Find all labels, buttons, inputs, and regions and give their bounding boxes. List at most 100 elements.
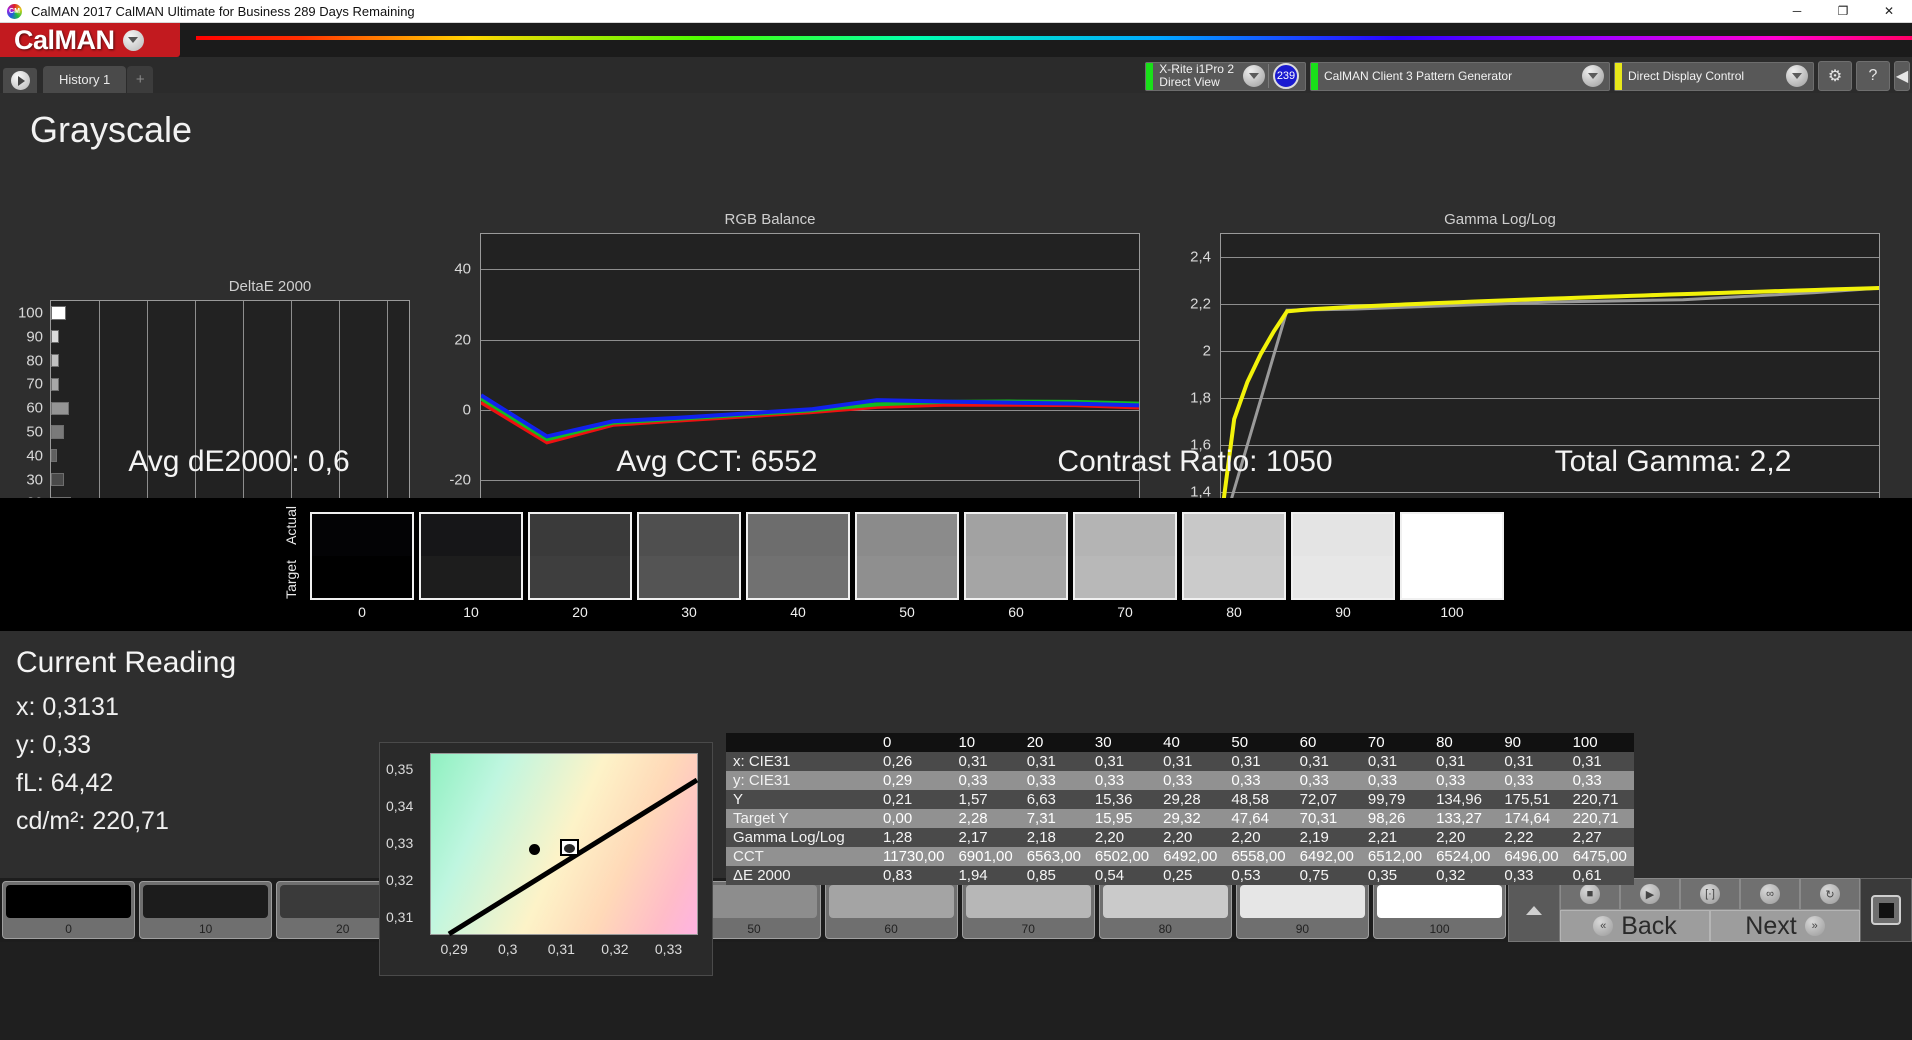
rgb-y-tick: 20 xyxy=(454,331,471,349)
device-meter[interactable]: X-Rite i1Pro 2 Direct View 239 xyxy=(1145,61,1306,91)
rgb-y-tick: 40 xyxy=(454,260,471,278)
summary-row: Avg dE2000: 0,6 Avg CCT: 6552 Contrast R… xyxy=(0,445,1912,479)
cie-x-tick: 0,32 xyxy=(601,941,629,957)
table-cell: 0,33 xyxy=(1163,772,1193,789)
deltae-y-tick: 60 xyxy=(26,399,43,417)
bottom-patch[interactable]: 60 xyxy=(824,881,958,939)
measure-range-button[interactable]: [·] xyxy=(1680,878,1740,910)
continuous-button[interactable]: ∞ xyxy=(1740,878,1800,910)
table-row: ΔE 2000 0,83 1,94 0,85 0,54 0,25 0,53 0,75 0,35 0… xyxy=(726,866,1634,885)
patch-level-label: 10 xyxy=(463,604,479,620)
maximize-button[interactable]: ❐ xyxy=(1820,0,1866,22)
bottom-patch[interactable]: 0 xyxy=(2,881,136,939)
table-cell: 6558,00 xyxy=(1231,848,1286,865)
table-cell: 0,26 xyxy=(883,753,913,770)
patch-swatch xyxy=(419,512,523,600)
patch-swatch xyxy=(310,512,414,600)
patch-swatch xyxy=(1291,512,1395,600)
device-display-control-label: Direct Display Control xyxy=(1628,68,1745,83)
settings-gear-icon[interactable]: ⚙ xyxy=(1818,61,1852,91)
deltae-bar xyxy=(51,353,59,368)
patch-target xyxy=(1075,556,1175,598)
bottom-patch[interactable]: 100 xyxy=(1372,881,1507,939)
table-cell: 98,26 xyxy=(1367,810,1406,827)
table-cell: 0,31 xyxy=(1231,753,1261,770)
patch-actual xyxy=(1075,514,1175,556)
table-cell: 0,33 xyxy=(1436,772,1466,789)
help-question-icon[interactable]: ? xyxy=(1856,61,1890,91)
back-button[interactable]: « Back xyxy=(1560,910,1710,942)
device-pattern-generator-label: CalMAN Client 3 Pattern Generator xyxy=(1324,68,1513,83)
column-header: 80 xyxy=(1436,734,1453,751)
patch-target xyxy=(312,556,412,598)
contrast-ratio: Contrast Ratio: 1050 xyxy=(1057,445,1333,478)
session-play-button[interactable] xyxy=(3,68,37,93)
chevron-down-icon[interactable] xyxy=(1243,65,1265,87)
table-cell: 2,17 xyxy=(958,829,988,846)
deltae-y-tick: 70 xyxy=(26,375,43,393)
bottom-toolbar: 0102030405060708090100 ■▶[·]∞↻ « Back Ne… xyxy=(0,878,1912,942)
measure-range-icon: [·] xyxy=(1700,884,1720,904)
table-cell: 6475,00 xyxy=(1572,848,1627,865)
chevron-down-icon[interactable] xyxy=(1786,65,1808,87)
actual-label: Actual xyxy=(283,506,299,545)
current-reading-fl: fL: 64,42 xyxy=(16,769,114,797)
gamma-y-tick: 2,4 xyxy=(1190,248,1211,266)
stop-session-button[interactable] xyxy=(1860,878,1912,942)
table-cell: 0,31 xyxy=(1094,753,1125,770)
patch-target xyxy=(421,556,521,598)
measurement-table: 0 10 20 30 40 50 60 70 80 90 100 x: CIE31 0,26 0,31 0,… xyxy=(726,733,1634,885)
table-cell: 2,20 xyxy=(1094,829,1125,846)
device-display-control[interactable]: Direct Display Control xyxy=(1614,61,1814,91)
close-button[interactable]: ✕ xyxy=(1866,0,1912,22)
patch-swatch xyxy=(964,512,1068,600)
cie-y-tick: 0,33 xyxy=(386,835,414,851)
patch-target xyxy=(639,556,739,598)
table-row: Y 0,21 1,57 6,63 15,36 29,28 48,58 72,07 99,79 13… xyxy=(726,790,1634,809)
device-toolbar: X-Rite i1Pro 2 Direct View 239 CalMAN Cl… xyxy=(1145,61,1910,91)
bottom-patch[interactable]: 90 xyxy=(1235,881,1369,939)
window-title-bar: CM CalMAN 2017 CalMAN Ultimate for Busin… xyxy=(0,0,1912,23)
chevron-down-icon[interactable] xyxy=(122,29,144,51)
deltae-bar xyxy=(51,401,69,415)
window-controls: ─ ❐ ✕ xyxy=(1774,0,1912,22)
table-cell: 0,33 xyxy=(1231,772,1261,789)
table-cell: 0,33 xyxy=(1367,772,1398,789)
column-header: 20 xyxy=(1026,734,1044,751)
minimize-button[interactable]: ─ xyxy=(1774,0,1820,22)
table-cell: 0,33 xyxy=(1504,867,1534,884)
table-cell: 0,75 xyxy=(1299,867,1329,884)
expand-up-button[interactable] xyxy=(1508,878,1560,942)
cie-1931-chromaticity[interactable]: 0,35 0,34 0,33 0,32 0,31 0,29 0,3 0,31 0,32 0,33 xyxy=(379,742,713,976)
patch-actual xyxy=(966,514,1066,556)
navigation-row: « Back Next » xyxy=(1560,910,1860,942)
patch-actual xyxy=(312,514,412,556)
table-cell: 6,63 xyxy=(1026,791,1056,808)
cie-y-tick: 0,35 xyxy=(386,760,414,777)
bottom-patch[interactable]: 70 xyxy=(961,881,1095,939)
collapse-left-icon[interactable]: ◀ xyxy=(1894,61,1910,91)
table-cell: 0,25 xyxy=(1163,867,1193,884)
device-meter-label: X-Rite i1Pro 2 Direct View xyxy=(1159,62,1234,89)
deltae-y-tick: 80 xyxy=(26,352,43,370)
patch-level-label: 60 xyxy=(1008,604,1024,620)
chevron-down-icon[interactable] xyxy=(1582,65,1604,87)
table-cell: 0,35 xyxy=(1367,867,1398,884)
bottom-patch[interactable]: 80 xyxy=(1098,881,1232,939)
bottom-patch-label: 60 xyxy=(884,922,898,936)
next-button[interactable]: Next » xyxy=(1710,910,1860,942)
calman-menu-button[interactable]: CalMAN xyxy=(0,23,180,57)
tab-history-1[interactable]: History 1 xyxy=(43,66,127,93)
refresh-icon: ↻ xyxy=(1820,884,1840,904)
charts-area: Grayscale DeltaE 2000 024681012140102030… xyxy=(0,93,1912,609)
bottom-patch-label: 90 xyxy=(1295,922,1310,936)
add-tab-button[interactable]: + xyxy=(127,66,154,93)
bottom-patch[interactable]: 10 xyxy=(139,881,273,939)
current-reading-cdm2: cd/m²: 220,71 xyxy=(16,807,169,835)
refresh-button[interactable]: ↻ xyxy=(1800,878,1860,910)
table-cell: 70,31 xyxy=(1299,810,1338,827)
table-row: Gamma Log/Log 1,28 2,17 2,18 2,20 2,20 2,20 2,1… xyxy=(726,828,1634,847)
table-cell: 0,31 xyxy=(1504,753,1534,770)
device-pattern-generator[interactable]: CalMAN Client 3 Pattern Generator xyxy=(1310,61,1610,91)
patch-level-label: 50 xyxy=(899,604,915,620)
